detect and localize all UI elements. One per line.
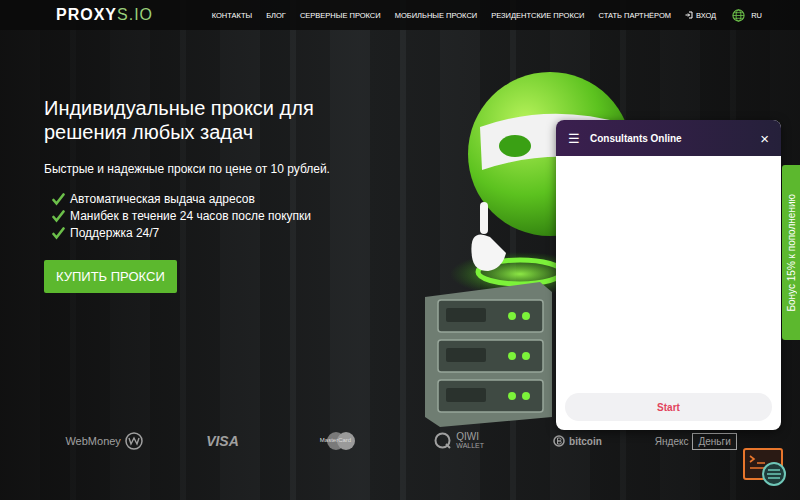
qiwi-text: QIWI WALLET — [456, 432, 484, 450]
webmoney-globe-icon — [125, 432, 143, 450]
visa-text: VISA — [206, 433, 239, 449]
chat-header: ☰ Consultants Online × — [556, 120, 781, 156]
bonus-tab[interactable]: Бонус 15% к пополнению — [782, 165, 800, 340]
hero-title-line: Индивидуальные прокси для — [44, 96, 374, 120]
chat-menu-button[interactable]: ☰ — [568, 131, 580, 146]
mastercard-logo: MasterCard — [326, 431, 356, 451]
check-icon — [52, 227, 65, 240]
payment-logo: VISA — [163, 433, 281, 449]
qiwi-sub: WALLET — [456, 441, 484, 450]
nav-item[interactable]: БЛОГ — [266, 11, 286, 20]
payment-logo: WebMoney — [45, 432, 163, 450]
qiwi-main: QIWI — [456, 432, 484, 441]
login-icon — [685, 11, 693, 19]
top-bar: PROXYS.IO КОНТАКТЫ БЛОГ СЕРВЕРНЫЕ ПРОКСИ МО… — [0, 0, 800, 30]
feature-text: Автоматическая выдача адресов — [70, 192, 255, 206]
language-switch[interactable]: RU — [732, 9, 762, 22]
globe-icon — [732, 9, 745, 22]
logo-main: PROXY — [56, 6, 117, 23]
payment-logo: MasterCard — [282, 431, 400, 451]
nav-item[interactable]: СЕРВЕРНЫЕ ПРОКСИ — [300, 11, 381, 20]
chat-title: Consultants Online — [590, 133, 682, 144]
payment-logo: Яндекс Деньги — [637, 433, 755, 450]
feature-item: Манибек в течение 24 часов после покупки — [52, 209, 374, 223]
chat-widget: ☰ Consultants Online × Start — [556, 120, 781, 430]
mastercard-text: MasterCard — [320, 437, 351, 443]
nav-item[interactable]: МОБИЛЬНЫЕ ПРОКСИ — [395, 11, 478, 20]
check-icon — [52, 210, 65, 223]
bitcoin-icon — [553, 435, 565, 447]
hero-subtitle: Быстрые и надежные прокси по цене от 10 … — [44, 162, 374, 176]
buy-proxy-button[interactable]: КУПИТЬ ПРОКСИ — [44, 260, 177, 293]
chat-launcher[interactable] — [742, 446, 788, 490]
nav-item[interactable]: РЕЗИДЕНТСКИЕ ПРОКСИ — [491, 11, 584, 20]
login-link[interactable]: ВХОД — [685, 11, 716, 20]
feature-text: Поддержка 24/7 — [70, 226, 159, 240]
landing-page: PROXYS.IO КОНТАКТЫ БЛОГ СЕРВЕРНЫЕ ПРОКСИ МО… — [0, 0, 800, 500]
payment-logo: QIWI WALLET — [400, 432, 518, 450]
feature-list: Автоматическая выдача адресов Манибек в … — [44, 192, 374, 240]
check-icon — [52, 193, 65, 206]
webmoney-text: WebMoney — [65, 435, 120, 447]
hero-title: Индивидуальные прокси длярешения любых з… — [44, 96, 374, 144]
feature-item: Автоматическая выдача адресов — [52, 192, 374, 206]
feature-text: Манибек в течение 24 часов после покупки — [70, 209, 311, 223]
feature-item: Поддержка 24/7 — [52, 226, 374, 240]
chat-launcher-icon — [742, 446, 788, 490]
server-stack — [425, 282, 552, 427]
logo[interactable]: PROXYS.IO — [56, 6, 153, 24]
qiwi-icon — [434, 432, 452, 450]
nav-item[interactable]: КОНТАКТЫ — [212, 11, 252, 20]
yandex-text: Яндекс — [655, 436, 689, 447]
logo-accent: S.IO — [117, 6, 153, 23]
chat-body: Start — [556, 156, 781, 430]
hero-content: Индивидуальные прокси длярешения любых з… — [44, 96, 374, 293]
yandex-money-box: Деньги — [692, 433, 736, 450]
main-nav: КОНТАКТЫ БЛОГ СЕРВЕРНЫЕ ПРОКСИ МОБИЛЬНЫЕ ПР… — [212, 9, 762, 22]
chat-close-button[interactable]: × — [760, 130, 769, 147]
bonus-text: Бонус 15% к пополнению — [786, 194, 797, 312]
payment-logo: bitcoin — [518, 435, 636, 447]
hero-title-line: решения любых задач — [44, 120, 374, 144]
bitcoin-text: bitcoin — [569, 436, 602, 447]
nav-item[interactable]: СТАТЬ ПАРТНЁРОМ — [598, 11, 670, 20]
chat-start-button[interactable]: Start — [565, 393, 772, 421]
